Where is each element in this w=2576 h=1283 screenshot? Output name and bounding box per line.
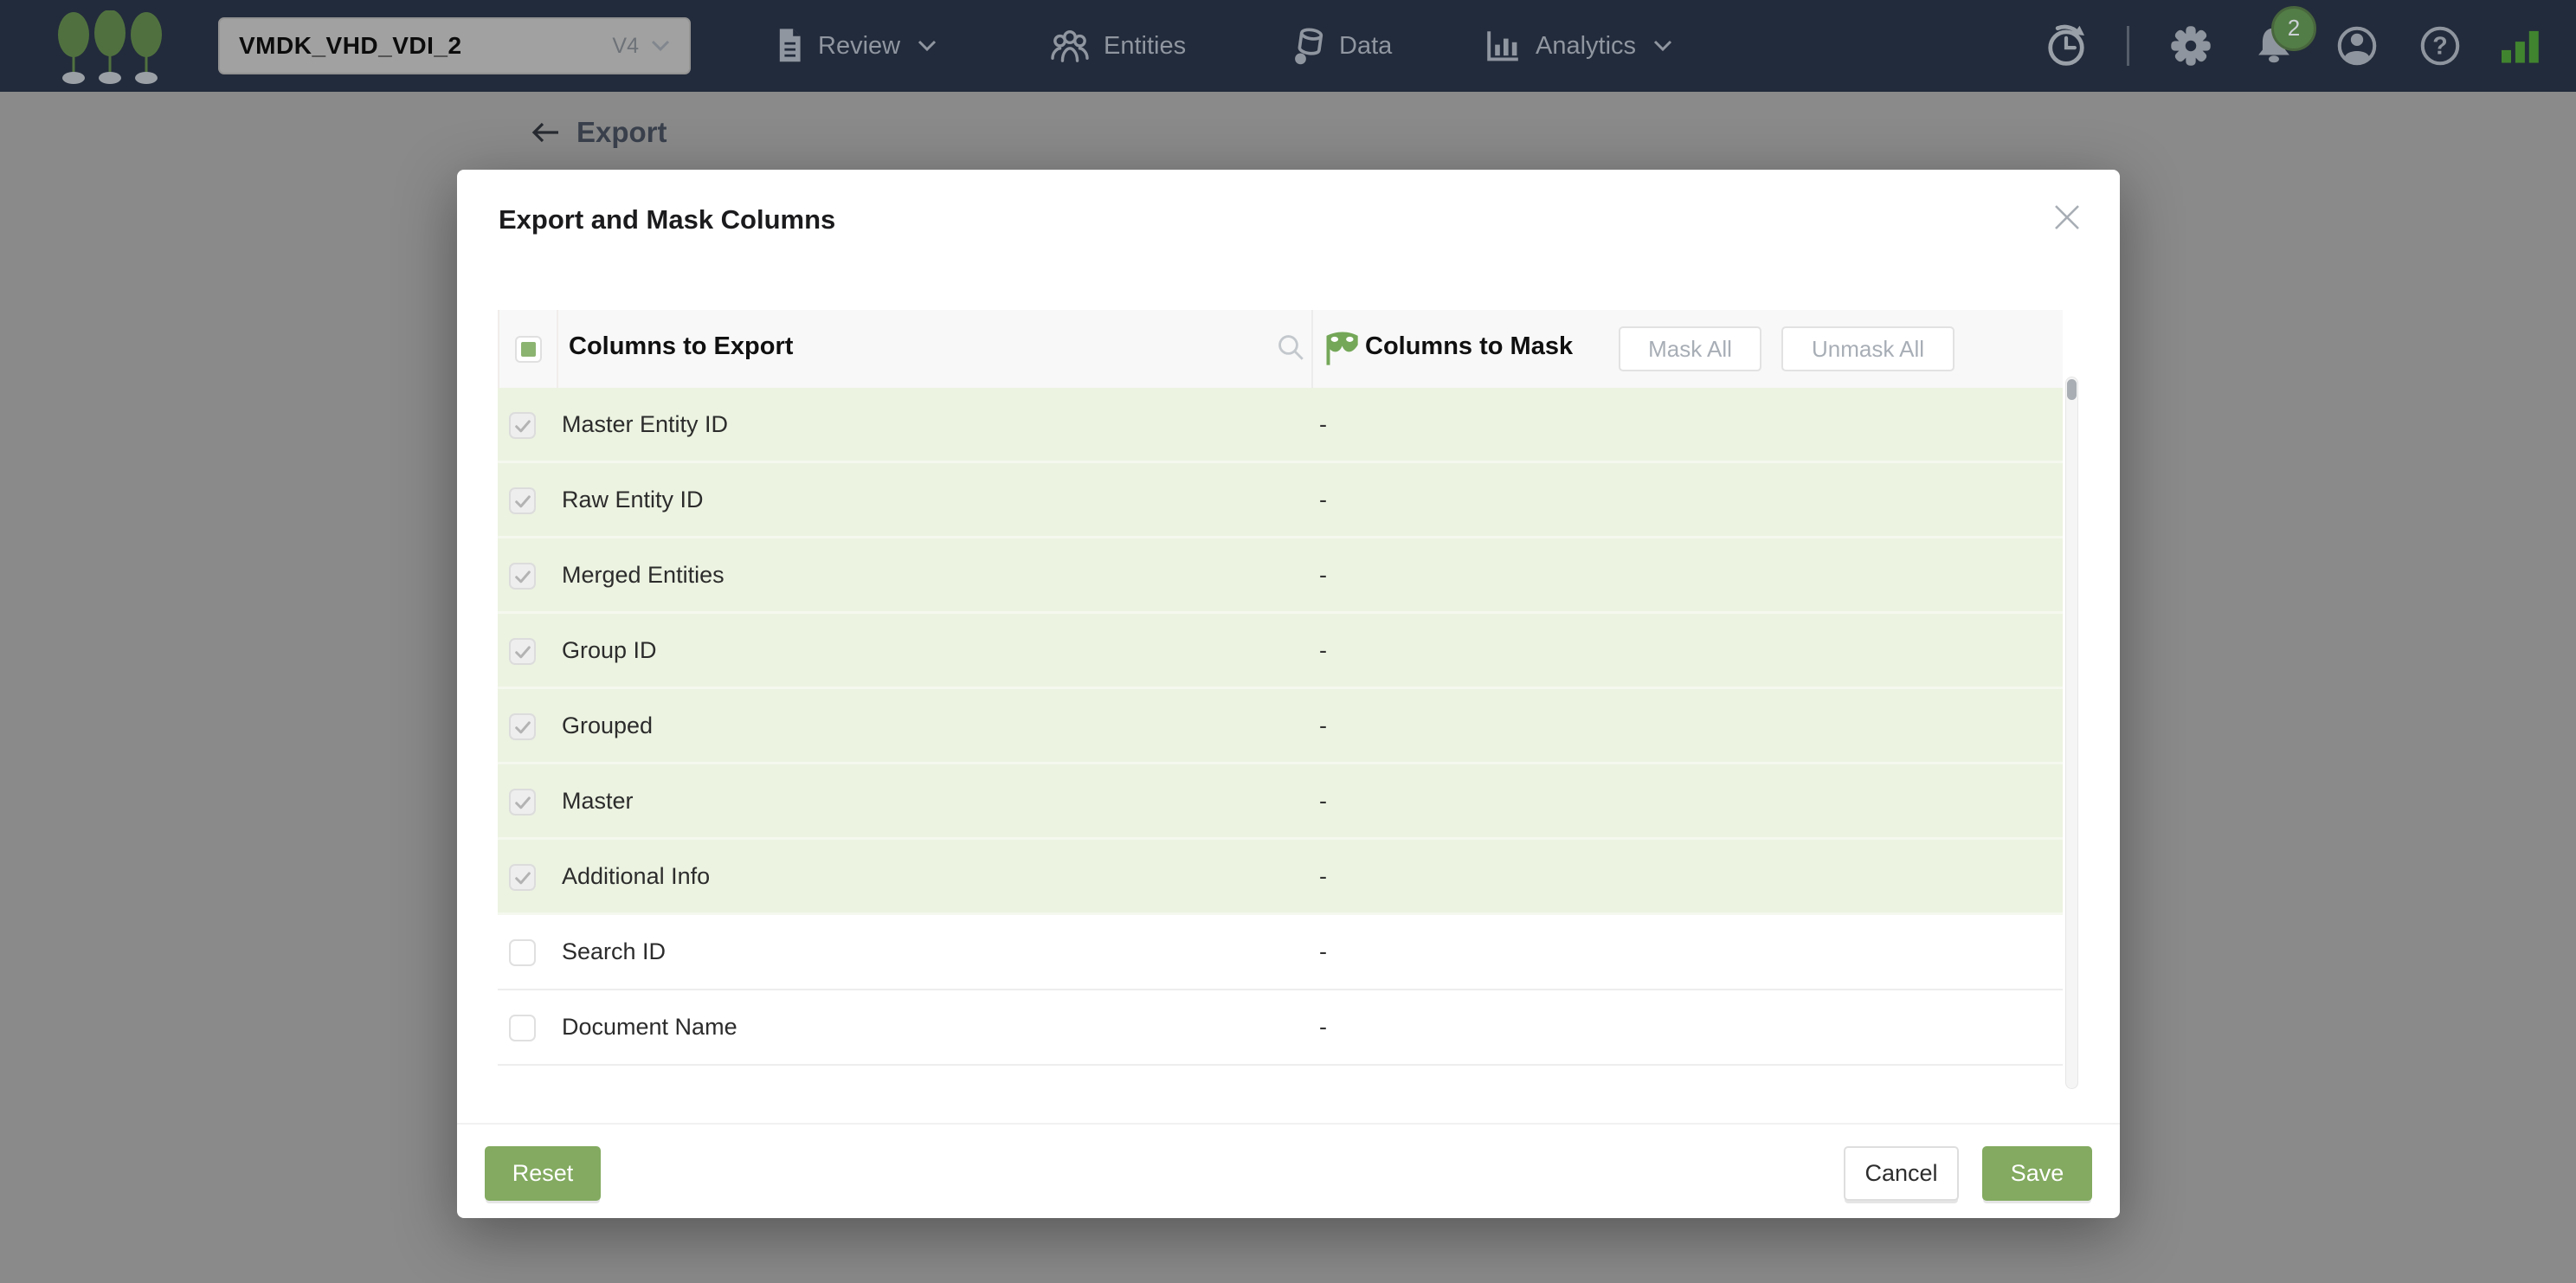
topbar: VMDK_VHD_VDI_2 V4 Review Entities: [0, 0, 2576, 92]
row-group-id[interactable]: Group ID -: [498, 614, 2063, 689]
chevron-down-icon: [1653, 40, 1672, 52]
nav-review[interactable]: Review: [775, 0, 937, 92]
scrollbar-thumb[interactable]: [2067, 379, 2077, 400]
chevron-down-icon: [918, 40, 937, 52]
project-name: VMDK_VHD_VDI_2: [239, 32, 462, 60]
row-master[interactable]: Master -: [498, 764, 2063, 840]
mask-value: -: [1319, 938, 1327, 965]
nav-analytics[interactable]: Analytics: [1485, 0, 1672, 92]
nav-entities-label: Entities: [1104, 32, 1186, 61]
signal-bars-icon[interactable]: [2502, 29, 2540, 63]
nav-data[interactable]: Data: [1291, 0, 1392, 92]
mask-value: -: [1319, 562, 1327, 589]
page-title: Export: [576, 116, 667, 149]
row-document-name[interactable]: Document Name -: [498, 990, 2063, 1066]
mask-value: -: [1319, 411, 1327, 438]
unmask-all-button[interactable]: Unmask All: [1781, 326, 1955, 371]
row-checkbox[interactable]: [509, 563, 536, 590]
columns-to-mask-header: Columns to Mask: [1365, 332, 1573, 361]
topbar-divider: [2127, 26, 2129, 66]
columns-to-export-header: Columns to Export: [569, 332, 793, 361]
mask-value: -: [1319, 637, 1327, 664]
row-checkbox[interactable]: [509, 487, 536, 514]
modal-footer: Reset Cancel Save: [457, 1123, 2120, 1218]
select-all-checkbox[interactable]: [515, 336, 542, 363]
row-additional-info[interactable]: Additional Info -: [498, 840, 2063, 915]
close-icon[interactable]: [2052, 203, 2082, 232]
nav-analytics-label: Analytics: [1536, 32, 1636, 61]
column-label: Master Entity ID: [562, 411, 728, 438]
row-merged-entities[interactable]: Merged Entities -: [498, 538, 2063, 614]
column-label: Document Name: [562, 1014, 737, 1041]
search-icon[interactable]: [1277, 333, 1306, 363]
mask-value: -: [1319, 487, 1327, 513]
bar-chart-icon: [1485, 29, 1522, 63]
column-label: Master: [562, 788, 634, 815]
column-label: Additional Info: [562, 863, 710, 890]
mask-icon: [1324, 331, 1359, 367]
people-icon: [1050, 29, 1090, 63]
mask-value: -: [1319, 1014, 1327, 1041]
cancel-button[interactable]: Cancel: [1844, 1146, 1959, 1201]
save-button[interactable]: Save: [1982, 1146, 2092, 1201]
nav-data-label: Data: [1339, 32, 1392, 61]
app-logo[interactable]: [54, 10, 168, 85]
row-checkbox[interactable]: [509, 638, 536, 665]
reset-button[interactable]: Reset: [485, 1146, 601, 1201]
list-scrollbar[interactable]: [2065, 377, 2078, 1089]
column-label: Raw Entity ID: [562, 487, 704, 513]
header-divider: [1311, 310, 1313, 388]
row-checkbox[interactable]: [509, 864, 536, 891]
column-label: Merged Entities: [562, 562, 724, 589]
list-header: Columns to Export Columns to Mask Mask A…: [498, 310, 2063, 388]
row-checkbox[interactable]: [509, 939, 536, 966]
document-icon: [775, 28, 804, 64]
nav-review-label: Review: [818, 32, 900, 61]
row-raw-entity-id[interactable]: Raw Entity ID -: [498, 463, 2063, 538]
svg-text:?: ?: [2432, 33, 2447, 61]
nav-entities[interactable]: Entities: [1050, 0, 1186, 92]
mask-all-button[interactable]: Mask All: [1619, 326, 1761, 371]
column-label: Group ID: [562, 637, 657, 664]
row-grouped[interactable]: Grouped -: [498, 689, 2063, 764]
chevron-down-icon: [651, 40, 670, 52]
project-version: V4: [612, 34, 639, 59]
page-header: Export: [530, 116, 667, 149]
avatar-icon[interactable]: [2335, 24, 2379, 68]
export-mask-columns-modal: Export and Mask Columns Columns to Expor…: [457, 170, 2120, 1218]
row-checkbox[interactable]: [509, 1015, 536, 1041]
row-search-id[interactable]: Search ID -: [498, 915, 2063, 990]
topbar-actions: 2 ?: [2045, 0, 2540, 92]
help-icon[interactable]: ?: [2418, 24, 2462, 68]
column-label: Grouped: [562, 712, 653, 739]
row-checkbox[interactable]: [509, 789, 536, 816]
history-clock-icon[interactable]: [2045, 23, 2087, 68]
mask-value: -: [1319, 788, 1327, 815]
mask-value: -: [1319, 863, 1327, 890]
project-selector[interactable]: VMDK_VHD_VDI_2 V4: [218, 17, 691, 74]
column-label: Search ID: [562, 938, 666, 965]
mask-value: -: [1319, 712, 1327, 739]
modal-title: Export and Mask Columns: [499, 204, 835, 235]
column-rows: Master Entity ID - Raw Entity ID - Merge…: [498, 388, 2063, 1066]
back-arrow-icon[interactable]: [530, 121, 561, 144]
row-checkbox[interactable]: [509, 412, 536, 439]
gear-icon[interactable]: [2169, 24, 2212, 68]
notification-badge: 2: [2271, 6, 2316, 51]
database-icon: [1291, 27, 1325, 65]
notifications[interactable]: 2: [2252, 22, 2296, 71]
row-master-entity-id[interactable]: Master Entity ID -: [498, 388, 2063, 463]
columns-list: Columns to Export Columns to Mask Mask A…: [498, 310, 2079, 1066]
row-checkbox[interactable]: [509, 713, 536, 740]
